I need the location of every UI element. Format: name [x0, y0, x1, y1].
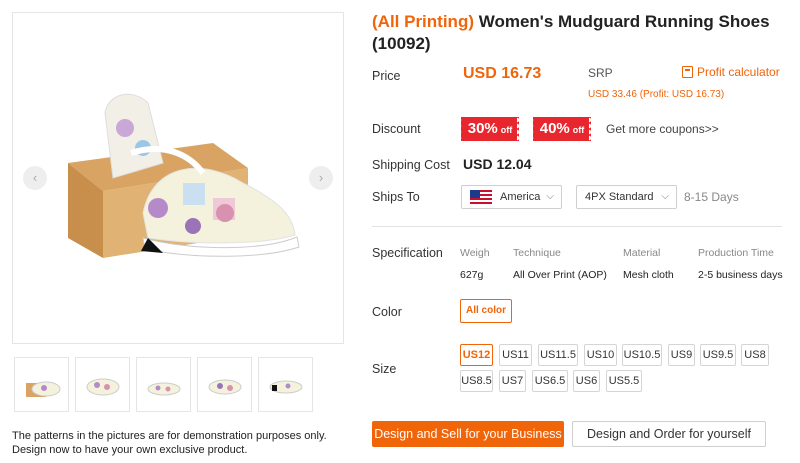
spec-value-technique: All Over Print (AOP) — [513, 269, 607, 281]
thumbnail-1[interactable] — [14, 357, 69, 412]
price-label: Price — [372, 69, 401, 83]
spec-header-technique: Technique — [513, 247, 561, 259]
size-option[interactable]: US5.5 — [606, 370, 642, 392]
size-option[interactable]: US9 — [668, 344, 695, 366]
product-main-image — [12, 12, 344, 344]
design-and-sell-button[interactable]: Design and Sell for your Business — [372, 421, 564, 447]
title-highlight: (All Printing) — [372, 12, 474, 31]
spec-value-material: Mesh cloth — [623, 269, 674, 281]
coupon-30-percent: 30% — [467, 120, 498, 137]
size-option[interactable]: US8.5 — [460, 370, 493, 392]
next-image-arrow-icon[interactable]: › — [309, 166, 333, 190]
color-option-all[interactable]: All color — [460, 299, 513, 323]
shipping-cost-value: USD 12.04 — [463, 156, 532, 172]
size-option[interactable]: US11 — [499, 344, 532, 366]
srp-detail: USD 33.46 (Profit: USD 16.73) — [588, 89, 725, 100]
demo-note-line-2: Design now to have your own exclusive pr… — [12, 444, 248, 456]
coupon-30-suffix: off — [500, 125, 513, 135]
calculator-icon — [682, 66, 693, 78]
size-option[interactable]: US12 — [460, 344, 493, 366]
coupon-40-suffix: off — [572, 125, 585, 135]
thumbnail-2[interactable] — [75, 357, 130, 412]
shipping-method-select[interactable]: 4PX Standard ⌵ — [576, 185, 677, 209]
coupon-40-percent: 40% — [539, 120, 570, 137]
delivery-days: 8-15 Days — [684, 190, 739, 204]
chevron-down-icon: ⌵ — [546, 191, 554, 202]
thumbnail-3[interactable] — [136, 357, 191, 412]
thumbnail-5[interactable] — [258, 357, 313, 412]
size-option[interactable]: US7 — [499, 370, 526, 392]
price-value: USD 16.73 — [463, 65, 542, 82]
shipping-cost-label: Shipping Cost — [372, 158, 450, 172]
specification-label: Specification — [372, 246, 443, 260]
spec-header-material: Material — [623, 247, 661, 259]
chevron-down-icon: ⌵ — [661, 191, 669, 202]
shipping-method-value: 4PX Standard — [585, 191, 654, 203]
spec-value-production-time: 2-5 business days — [698, 269, 783, 281]
color-label: Color — [372, 305, 402, 319]
srp-label: SRP — [588, 66, 613, 80]
get-more-coupons-link[interactable]: Get more coupons>> — [606, 122, 719, 136]
design-and-order-button[interactable]: Design and Order for yourself — [572, 421, 766, 447]
demo-note-line-1: The patterns in the pictures are for dem… — [12, 430, 327, 442]
thumbnail-4[interactable] — [197, 357, 252, 412]
coupon-40[interactable]: 40% off — [531, 117, 593, 141]
size-option[interactable]: US10 — [584, 344, 617, 366]
size-option[interactable]: US6.5 — [532, 370, 568, 392]
prev-image-arrow-icon[interactable]: ‹ — [23, 166, 47, 190]
spec-value-weigh: 627g — [460, 269, 484, 281]
spec-header-weigh: Weigh — [460, 247, 490, 259]
size-option[interactable]: US8 — [741, 344, 769, 366]
profit-calculator-link[interactable]: Profit calculator — [682, 65, 780, 79]
ships-to-label: Ships To — [372, 190, 420, 204]
size-option[interactable]: US9.5 — [700, 344, 736, 366]
divider — [372, 226, 782, 227]
product-title: (All Printing) Women's Mudguard Running … — [372, 11, 792, 55]
us-flag-icon — [470, 190, 492, 204]
size-option[interactable]: US6 — [573, 370, 600, 392]
coupon-30[interactable]: 30% off — [459, 117, 521, 141]
spec-header-production-time: Production Time — [698, 247, 774, 259]
country-select[interactable]: America ⌵ — [461, 185, 562, 209]
thumbnail-strip — [14, 357, 313, 412]
country-value: America — [500, 191, 541, 203]
size-label: Size — [372, 362, 397, 376]
size-option[interactable]: US10.5 — [622, 344, 662, 366]
discount-label: Discount — [372, 122, 421, 136]
size-option[interactable]: US11.5 — [538, 344, 578, 366]
profit-calculator-label: Profit calculator — [697, 65, 780, 79]
demo-note: The patterns in the pictures are for dem… — [12, 429, 342, 457]
